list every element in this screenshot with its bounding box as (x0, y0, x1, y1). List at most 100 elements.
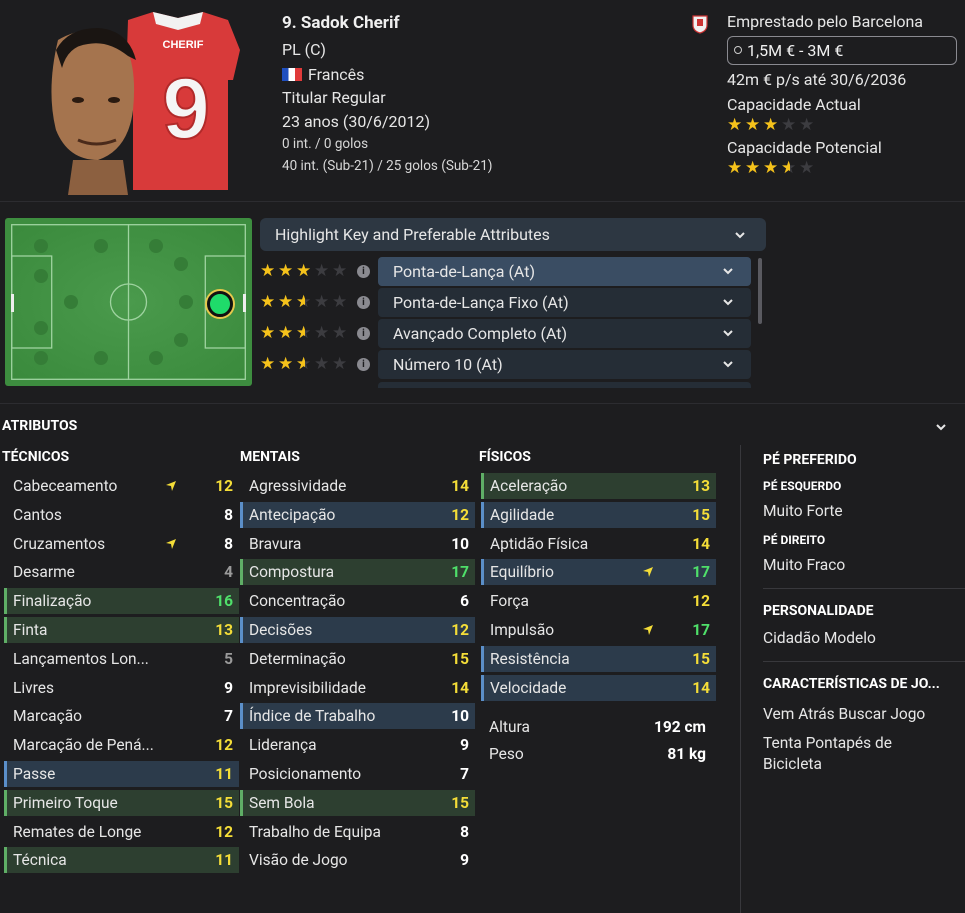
attribute-row[interactable]: Equilíbrio 17 (481, 559, 716, 586)
player-position-marker[interactable] (207, 291, 233, 317)
left-foot-value: Muito Forte (763, 502, 843, 520)
attribute-name: Finta (13, 621, 48, 639)
attribute-value: 17 (692, 621, 710, 639)
attribute-row[interactable]: Cabeceamento 12 (4, 473, 239, 499)
role-select[interactable]: Ponta-de-Lança (At) (378, 257, 751, 286)
attribute-name: Determinação (249, 649, 346, 668)
attribute-row[interactable]: Imprevisibilidade 14 (240, 675, 475, 701)
attribute-value: 17 (692, 563, 710, 582)
role-row[interactable]: ★★★★★iPonta-de-Lança Fixo (At) (260, 288, 751, 318)
star-icon: ★ (314, 292, 330, 312)
player-status: Titular Regular (282, 88, 386, 107)
attribute-row[interactable]: Visão de Jogo 9 (240, 847, 475, 873)
attribute-row[interactable]: Força 12 (481, 588, 716, 614)
wage-text: 42m € p/s até 30/6/2036 (727, 70, 907, 89)
divider (763, 588, 965, 589)
role-select[interactable]: Ponta-de-Lança Fixo (At) (378, 288, 751, 317)
info-icon[interactable]: i (357, 327, 370, 340)
role-select[interactable]: Avançado Completo (At) (378, 319, 751, 348)
attribute-row[interactable]: Agilidade 15 (481, 501, 716, 528)
attribute-row[interactable]: Posicionamento 7 (240, 761, 475, 787)
highlight-bar (240, 703, 243, 730)
attribute-name: Aptidão Física (490, 534, 589, 553)
roles-scrollbar[interactable] (758, 258, 762, 324)
chevron-down-icon (723, 268, 733, 275)
attribute-row[interactable]: Livres 9 (4, 675, 239, 701)
arrow-up-right-icon (166, 538, 176, 549)
height-value: 192 cm (653, 718, 706, 736)
attribute-row[interactable]: Cantos 8 (4, 502, 239, 528)
attribute-value: 10 (451, 534, 469, 553)
attribute-name: Liderança (249, 736, 317, 755)
attribute-row[interactable]: Passe 11 (4, 761, 239, 787)
attribute-value: 13 (692, 477, 710, 495)
loan-status[interactable]: Emprestado pelo Barcelona (727, 12, 923, 31)
attribute-row[interactable]: Impulsão 17 (481, 617, 716, 643)
info-icon[interactable]: i (357, 265, 370, 278)
role-select[interactable]: Número 10 (At) (378, 350, 751, 379)
attribute-name: Decisões (249, 621, 313, 639)
star-icon: ★ (260, 323, 276, 343)
attribute-row[interactable]: Sem Bola 15 (240, 789, 475, 816)
info-icon[interactable]: i (357, 358, 370, 371)
attribute-row[interactable]: Velocidade 14 (481, 674, 716, 701)
attribute-row[interactable]: Aceleração 13 (481, 473, 716, 499)
transfer-value[interactable]: 1,5M € - 3M € (727, 36, 957, 65)
attribute-name: Compostura (249, 563, 335, 582)
attribute-value: 17 (451, 563, 469, 582)
role-stars: ★ ★ ★ ★ ★ (260, 356, 349, 374)
attribute-row[interactable]: Índice de Trabalho 10 (240, 703, 475, 730)
attribute-value: 4 (224, 563, 233, 582)
attribute-value: 11 (215, 765, 233, 783)
attribute-row[interactable]: Desarme 4 (4, 559, 239, 585)
attribute-row[interactable]: Técnica 11 (4, 847, 239, 874)
attribute-value: 7 (224, 707, 233, 726)
attribute-row[interactable]: Aptidão Física 14 (481, 531, 716, 557)
highlight-attributes-dropdown[interactable]: Highlight Key and Preferable Attributes (260, 218, 766, 251)
role-stars: ★ ★ ★ ★ ★ (260, 263, 349, 280)
position-pitch[interactable] (5, 218, 252, 386)
attribute-row[interactable]: Resistência 15 (481, 645, 716, 672)
shirt-number: 9 (162, 61, 210, 157)
player-nationality[interactable]: Francês (282, 65, 364, 84)
role-row[interactable]: ★★★★★iAvançado Completo (At) (260, 319, 751, 349)
attribute-value: 8 (224, 505, 233, 524)
info-icon[interactable]: i (357, 296, 370, 309)
attribute-row[interactable]: Lançamentos Lon... 5 (4, 646, 239, 672)
attribute-row[interactable]: Cruzamentos 8 (4, 531, 239, 557)
role-row[interactable]: ★★★★★ i Número 10 (At) (260, 350, 751, 380)
attribute-row[interactable]: Primeiro Toque 15 (4, 789, 239, 816)
attribute-name: Finalização (13, 592, 92, 611)
attribute-row[interactable]: Compostura 17 (240, 559, 475, 586)
attribute-row[interactable]: Finta 13 (4, 617, 239, 643)
attribute-row[interactable]: Decisões 12 (240, 617, 475, 643)
attribute-row[interactable]: Marcação de Pená... 12 (4, 732, 239, 758)
weight-label: Peso (489, 745, 524, 763)
highlight-bar (481, 559, 484, 586)
attribute-row[interactable]: Agressividade 14 (240, 473, 475, 499)
attribute-row[interactable]: Determinação 15 (240, 646, 475, 672)
role-row[interactable]: ★ ★ ★ ★ ★ i Ponta-de-Lança (At) (260, 257, 751, 287)
attribute-row[interactable]: Finalização 16 (4, 588, 239, 615)
attribute-row[interactable]: Antecipação 12 (240, 501, 475, 528)
player-name: 9. Sadok Cherif (282, 13, 400, 33)
attribute-name: Equilíbrio (490, 563, 554, 582)
attribute-row[interactable]: Bravura 10 (240, 531, 475, 557)
personality-value[interactable]: Cidadão Modelo (763, 628, 876, 649)
attribute-row[interactable]: Liderança 9 (240, 732, 475, 758)
attribute-value: 7 (460, 765, 469, 783)
attribute-row[interactable]: Remates de Longe 12 (4, 819, 239, 845)
attribute-row[interactable]: Marcação 7 (4, 703, 239, 729)
attribute-value: 15 (692, 505, 710, 524)
star-icon: ★ (781, 160, 798, 178)
chevron-down-icon[interactable] (935, 421, 947, 433)
attribute-value: 13 (215, 621, 233, 639)
personality-title: PERSONALIDADE (763, 603, 874, 619)
trait-item[interactable]: Vem Atrás Buscar Jogo (763, 704, 953, 725)
trait-item[interactable]: Tenta Pontapés de Bicicleta (763, 733, 923, 775)
attribute-row[interactable]: Concentração 6 (240, 588, 475, 614)
role-label: Ponta-de-Lança Fixo (At) (393, 293, 569, 312)
attribute-row[interactable]: Trabalho de Equipa 8 (240, 819, 475, 845)
attribute-value: 12 (215, 822, 233, 841)
club-crest-icon[interactable] (692, 14, 708, 34)
